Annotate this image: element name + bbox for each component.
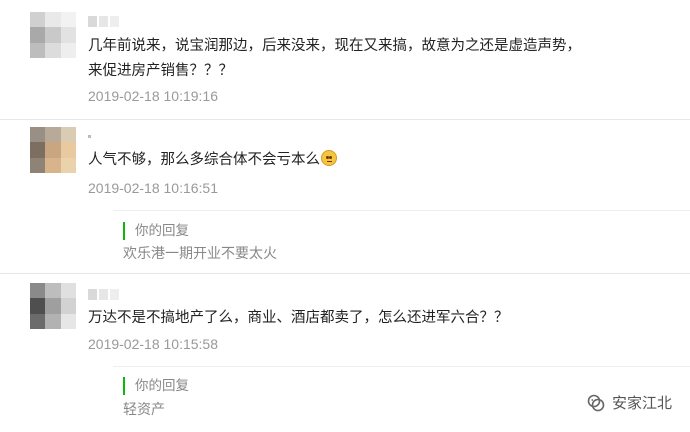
comment-timestamp: 2019-02-18 10:19:16 — [88, 88, 218, 104]
comment-text: 人气不够，那么多综合体不会亏本么 — [88, 148, 588, 173]
reply-divider — [113, 210, 690, 211]
avatar[interactable] — [30, 283, 76, 329]
comment-text: 万达不是不搞地产了么，商业、酒店都卖了，怎么还进军六合？？ — [88, 310, 509, 326]
watermark-text: 安家江北 — [611, 394, 672, 412]
watermark: 安家江北 — [586, 392, 672, 413]
avatar[interactable] — [30, 12, 76, 58]
reply-divider — [113, 366, 690, 367]
comment-timestamp: 2019-02-18 10:15:58 — [88, 336, 218, 352]
avatar[interactable] — [30, 127, 76, 173]
reply-text: 轻资产 — [123, 402, 165, 418]
divider — [0, 273, 690, 274]
wechat-official-account-icon — [587, 394, 605, 411]
comment-timestamp: 2019-02-18 10:16:51 — [88, 180, 218, 196]
reply-label: 你的回复 — [123, 377, 189, 395]
comment-text: 几年前说来，说宝润那边，后来没来，现在又来搞，故意为之还是虚造声势， 来促进房产… — [88, 38, 581, 79]
blurred-nickname — [88, 287, 119, 301]
blurred-nickname — [88, 14, 119, 28]
comment-list: 几年前说来，说宝润那边，后来没来，现在又来搞，故意为之还是虚造声势， 来促进房产… — [0, 0, 690, 432]
divider — [0, 119, 690, 120]
pensive-face-emoji-icon — [321, 150, 337, 166]
reply-text: 欢乐港一期开业不要太火 — [123, 246, 277, 262]
blurred-nickname — [88, 129, 91, 143]
reply-label: 你的回复 — [123, 222, 189, 240]
